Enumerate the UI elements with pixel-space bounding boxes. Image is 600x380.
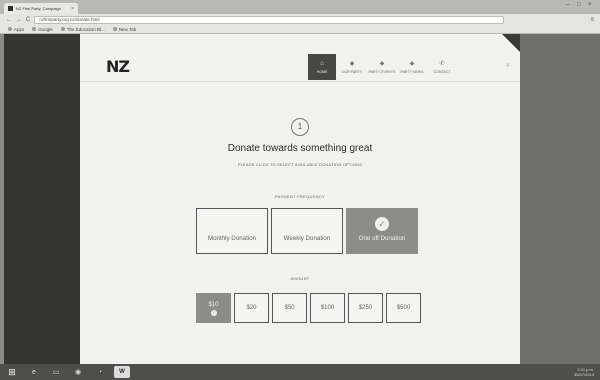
amount-value: $10 — [208, 302, 219, 308]
left-background-panel — [4, 34, 80, 364]
back-icon[interactable]: ← — [6, 17, 12, 23]
frequency-label: Weekly Donation — [283, 234, 331, 242]
frequency-label: One off Donation — [358, 234, 406, 242]
home-icon: ⌂ — [320, 60, 324, 67]
minimize-icon[interactable]: – — [566, 2, 569, 8]
nav-home[interactable]: ⌂ HOME — [308, 54, 336, 80]
bookmark-label: The Education Bl... — [66, 26, 105, 32]
donate-page: NZ ⌂ HOME ◆ OUR PARTY ◆ PARTY EVENTS ◆ P… — [80, 34, 520, 364]
party-icon: ◆ — [349, 61, 355, 67]
browser-tab[interactable]: NZ First Party, Campaign × — [4, 3, 78, 14]
page-subtitle: PLEASE CLICK TO SELECT AVAILABLE DONATIO… — [237, 162, 363, 167]
nav-party-events[interactable]: ◆ PARTY EVENTS — [368, 54, 396, 80]
site-header: NZ ⌂ HOME ◆ OUR PARTY ◆ PARTY EVENTS ◆ P… — [80, 34, 520, 82]
menu-icon[interactable]: ≡ — [590, 17, 594, 23]
forward-icon[interactable]: → — [16, 17, 22, 23]
nav-label: CONTACT — [433, 70, 451, 74]
address-toolbar: ← → C nzfirstparty.org.nz/donate.html ≡ — [0, 14, 600, 25]
start-icon[interactable]: ⊞ — [4, 366, 20, 378]
frequency-weekly-button[interactable]: Weekly Donation — [271, 208, 343, 254]
bookmark-education[interactable]: The Education Bl... — [60, 26, 105, 32]
site-logo[interactable]: NZ — [106, 57, 130, 76]
apps-icon — [8, 27, 12, 31]
chrome-icon[interactable]: ◉ — [70, 366, 86, 378]
bookmark-label: New Tab — [118, 26, 137, 32]
amount-500-button[interactable]: $500 — [386, 293, 421, 323]
frequency-monthly-button[interactable]: Monthly Donation — [196, 208, 268, 254]
amount-value: $100 — [320, 305, 335, 311]
address-bar[interactable]: nzfirstparty.org.nz/donate.html — [34, 15, 505, 24]
amount-20-button[interactable]: $20 — [234, 293, 269, 323]
google-icon — [32, 27, 37, 31]
amount-value: $250 — [358, 305, 373, 311]
page-icon — [60, 27, 65, 31]
system-tray: 2:41 p.m. 30/07/2014 — [574, 367, 600, 377]
word-icon[interactable]: W — [114, 366, 130, 378]
amount-250-button[interactable]: $250 — [348, 293, 383, 323]
tab-close-icon[interactable]: × — [71, 6, 74, 12]
checkmark-icon: ✓ — [375, 217, 389, 231]
news-icon: ◆ — [409, 61, 415, 67]
amount-10-button[interactable]: $10 ✓ — [196, 293, 231, 323]
corner-ribbon — [502, 34, 520, 52]
page-title: Donate towards something great — [227, 143, 373, 154]
maximize-icon[interactable]: □ — [577, 2, 581, 8]
close-window-icon[interactable]: × — [588, 2, 592, 8]
frequency-one-off-button[interactable]: ✓ One off Donation — [346, 208, 418, 254]
bookmark-label: Google — [38, 26, 53, 32]
amount-100-button[interactable]: $100 — [310, 293, 345, 323]
reload-icon[interactable]: C — [26, 17, 30, 23]
bookmark-new-tab[interactable]: New Tab — [112, 26, 137, 32]
nav-contact[interactable]: ✆ CONTACT — [428, 54, 456, 80]
nav-label: PARTY NEWS — [400, 70, 424, 74]
internet-explorer-icon[interactable]: e — [26, 366, 42, 378]
checkmark-icon: ✓ — [211, 310, 217, 316]
site-nav: ⌂ HOME ◆ OUR PARTY ◆ PARTY EVENTS ◆ PART… — [308, 54, 456, 80]
bookmarks-bar: Apps Google The Education Bl... New Tab — [0, 25, 600, 34]
search-icon[interactable]: ⌕ — [506, 62, 510, 70]
amount-label: AMOUNT — [290, 276, 310, 281]
right-background-panel — [520, 34, 600, 364]
clock-date: 30/07/2014 — [573, 372, 594, 377]
tab-title: NZ First Party, Campaign — [16, 6, 61, 11]
phone-icon: ✆ — [439, 61, 445, 67]
favicon-icon — [8, 6, 13, 11]
step-number: 1 — [291, 118, 309, 136]
nav-label: HOME — [316, 69, 328, 74]
payment-frequency-label: PAYMENT FREQUENCY — [275, 194, 325, 199]
taskbar: ⊞ e ▭ ◉ ◔ W 2:41 p.m. 30/07/2014 — [0, 364, 600, 380]
events-icon: ◆ — [379, 61, 385, 67]
nav-our-party[interactable]: ◆ OUR PARTY — [338, 54, 366, 80]
nav-label: PARTY EVENTS — [368, 70, 396, 74]
amount-50-button[interactable]: $50 — [272, 293, 307, 323]
bookmark-google[interactable]: Google — [32, 27, 53, 32]
nav-party-news[interactable]: ◆ PARTY NEWS — [398, 54, 426, 80]
amount-value: $50 — [284, 305, 295, 311]
browser-tab-bar: NZ First Party, Campaign × – □ × — [0, 0, 600, 14]
nav-label: OUR PARTY — [341, 70, 363, 74]
clock[interactable]: 2:41 p.m. 30/07/2014 — [574, 367, 594, 377]
media-icon[interactable]: ◔ — [92, 366, 108, 378]
file-explorer-icon[interactable]: ▭ — [48, 366, 64, 378]
payment-frequency-options: Monthly Donation Weekly Donation ✓ One o… — [196, 208, 418, 254]
amount-value: $20 — [246, 305, 257, 311]
bookmark-apps[interactable]: Apps — [8, 27, 24, 32]
frequency-label: Monthly Donation — [207, 234, 257, 242]
amount-options: $10 ✓ $20 $50 $100 $250 $500 — [196, 293, 421, 323]
amount-value: $500 — [396, 305, 411, 311]
page-icon — [112, 27, 117, 31]
bookmark-label: Apps — [14, 26, 25, 32]
